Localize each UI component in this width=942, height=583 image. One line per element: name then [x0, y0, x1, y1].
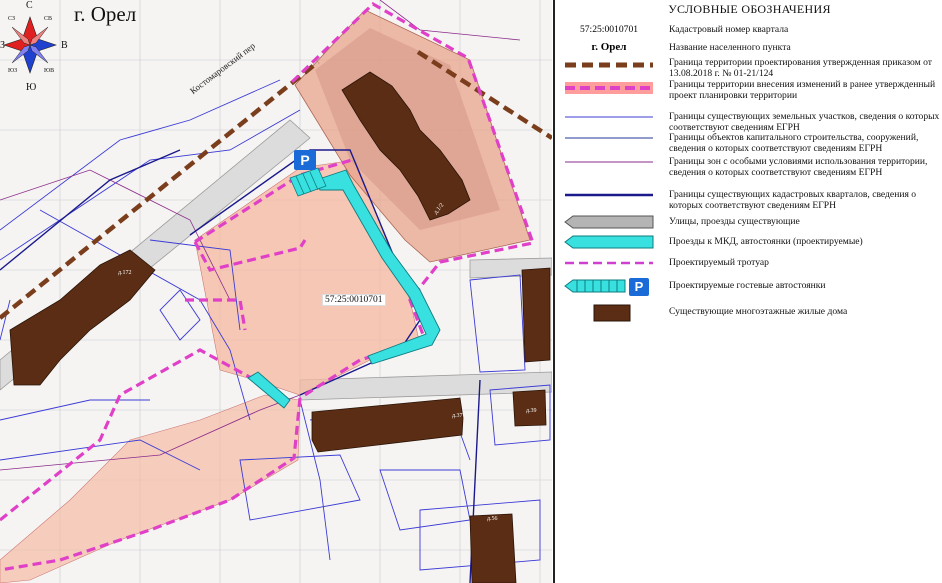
legend-label: Проектируемые гостевые автостоянки: [669, 280, 826, 291]
legend-item-settlement: г. Орел Название населенного пункта: [555, 41, 942, 55]
legend-item-land-plots: Границы существующих земельных участков,…: [555, 111, 942, 134]
legend-item-cadastral-number: 57:25:0010701 Кадастровый номер квартала: [555, 24, 942, 38]
compass-nw-label: СЗ: [8, 16, 16, 22]
legend-label: Существующие многоэтажные жилые дома: [669, 306, 848, 317]
legend-label: Граница территории проектирования утверж…: [669, 57, 933, 79]
quarter-label: 57:25:0010701: [322, 294, 386, 306]
special-zones-symbol: [565, 161, 653, 163]
legend-item-guest-parking: P Проектируемые гостевые автостоянки: [555, 278, 942, 298]
legend-panel: УСЛОВНЫЕ ОБОЗНАЧЕНИЯ 57:25:0010701 Кадас…: [553, 0, 942, 583]
legend-sample-city: г. Орел: [591, 41, 627, 53]
streets-symbol: [564, 215, 654, 229]
map-canvas: [0, 0, 552, 583]
compass-north-label: С: [26, 0, 33, 11]
parking-letter: P: [300, 152, 310, 168]
legend-label: Границы территории внесения изменений в …: [669, 79, 936, 101]
legend-item-driveways: Проезды к МКД, автостоянки (проектируемы…: [555, 235, 942, 251]
cadastral-quarters-symbol: [565, 193, 653, 197]
parking-letter-symbol: P: [629, 278, 649, 296]
legend-item-apartment-buildings: Существующие многоэтажные жилые дома: [555, 304, 942, 324]
legend-item-construction-objects: Границы объектов капитального строительс…: [555, 132, 942, 155]
legend-item-sidewalk: Проектируемый тротуар: [555, 257, 942, 274]
building-label-2: д.172: [118, 270, 132, 276]
legend-label: Название населенного пункта: [669, 42, 791, 53]
legend-label: Улицы, проезды существующие: [669, 216, 800, 227]
legend-item-streets: Улицы, проезды существующие: [555, 215, 942, 231]
legend-label: Границы зон с особыми условиями использо…: [669, 156, 928, 178]
compass-east-label: В: [61, 40, 68, 51]
city-title: г. Орел: [74, 2, 137, 26]
changes-boundary-symbol: [565, 82, 653, 94]
compass-rose: [3, 16, 57, 74]
compass-south-label: Ю: [26, 82, 37, 93]
legend-label: Кадастровый номер квартала: [669, 24, 789, 35]
sidewalk-symbol: [565, 261, 653, 265]
construction-symbol: [565, 137, 653, 139]
design-boundary-symbol: [565, 62, 653, 68]
legend-label: Границы существующих земельных участков,…: [669, 111, 940, 133]
legend-label: Проектируемый тротуар: [669, 257, 769, 268]
land-plots-symbol: [565, 116, 653, 118]
legend-item-special-zones: Границы зон с особыми условиями использо…: [555, 156, 942, 189]
legend-title: УСЛОВНЫЕ ОБОЗНАЧЕНИЯ: [668, 2, 831, 16]
compass-sw-label: ЮЗ: [8, 68, 18, 74]
building-label-5: д.56: [487, 516, 498, 522]
master-plan-map[interactable]: г. Орел С Ю В З СЗ СВ ЮЗ ЮВ Костомаровск…: [0, 0, 552, 583]
compass-west-label: З: [0, 40, 6, 51]
legend-label: Границы объектов капитального строительс…: [669, 132, 919, 154]
legend-item-cadastral-quarters: Границы существующих кадастровых квартал…: [555, 189, 942, 212]
driveways-symbol: [564, 235, 654, 249]
legend-label: Проезды к МКД, автостоянки (проектируемы…: [669, 236, 863, 247]
compass-ne-label: СВ: [44, 16, 53, 22]
legend-item-changes-boundary: Границы территории внесения изменений в …: [555, 79, 942, 102]
compass-se-label: ЮВ: [44, 68, 55, 74]
legend-sample-quarter-number: 57:25:0010701: [579, 24, 639, 35]
legend-item-design-boundary: Граница территории проектирования утверж…: [555, 57, 942, 80]
legend-label: Границы существующих кадастровых квартал…: [669, 189, 917, 211]
building-label-4: д.39: [526, 408, 537, 414]
building-label-3: д.37: [452, 413, 463, 419]
